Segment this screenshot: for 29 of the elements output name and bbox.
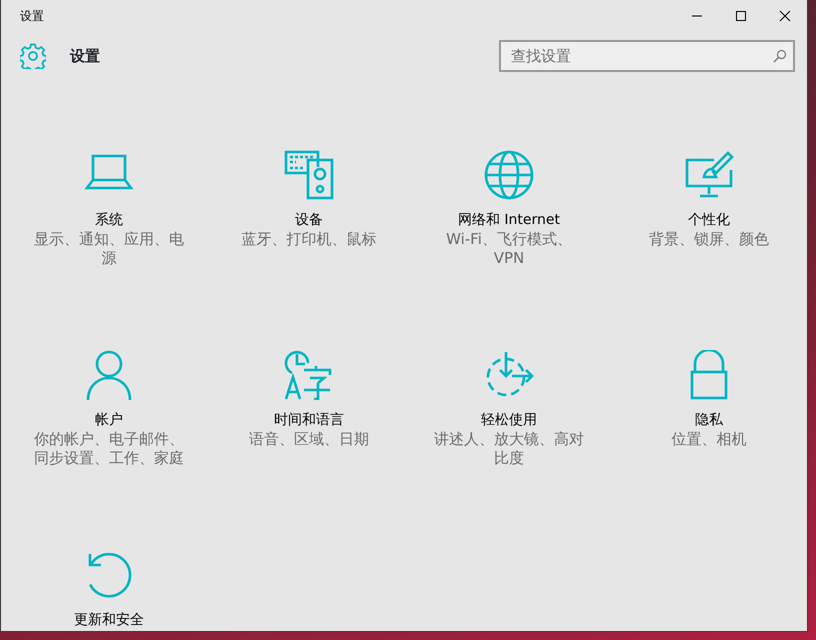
tile-description: Wi-Fi、飞行模式、VPN — [445, 230, 573, 268]
search-icon — [773, 49, 787, 63]
maximize-icon — [735, 10, 747, 22]
monitor-brush-icon — [684, 150, 734, 200]
tile-description: 你的帐户、电子邮件、同步设置、工作、家庭 — [33, 430, 185, 468]
settings-icon — [20, 43, 46, 69]
tile-title[interactable]: 设备 — [295, 210, 323, 230]
search-field[interactable]: 查找设置 — [499, 40, 795, 72]
tile-title[interactable]: 隐私 — [695, 410, 723, 430]
clock-letters-icon — [284, 350, 334, 400]
tile-title[interactable]: 个性化 — [688, 210, 730, 230]
person-icon — [84, 350, 134, 400]
tile-title[interactable]: 时间和语言 — [274, 410, 344, 430]
tile-description: 讲述人、放大镜、高对比度 — [433, 430, 585, 468]
tile-description: 语音、区域、日期 — [249, 430, 369, 449]
tile-title[interactable]: 轻松使用 — [481, 410, 537, 430]
tile-description: 蓝牙、打印机、鼠标 — [242, 230, 376, 249]
tile-title[interactable]: 更新和安全 — [74, 610, 144, 630]
tile-title[interactable]: 网络和 Internet — [458, 210, 560, 230]
tile-title[interactable]: 系统 — [95, 210, 123, 230]
globe-icon — [484, 150, 534, 200]
tile-title[interactable]: 帐户 — [95, 410, 123, 430]
close-icon — [779, 10, 791, 22]
tile-description: 显示、通知、应用、电源 — [33, 230, 185, 268]
window-title: 设置 — [19, 8, 45, 25]
tile-description: 位置、相机 — [672, 430, 746, 449]
tile-description: 背景、锁屏、颜色 — [649, 230, 769, 249]
keyboard-speaker-icon — [284, 150, 334, 200]
page-title: 设置 — [70, 46, 101, 67]
